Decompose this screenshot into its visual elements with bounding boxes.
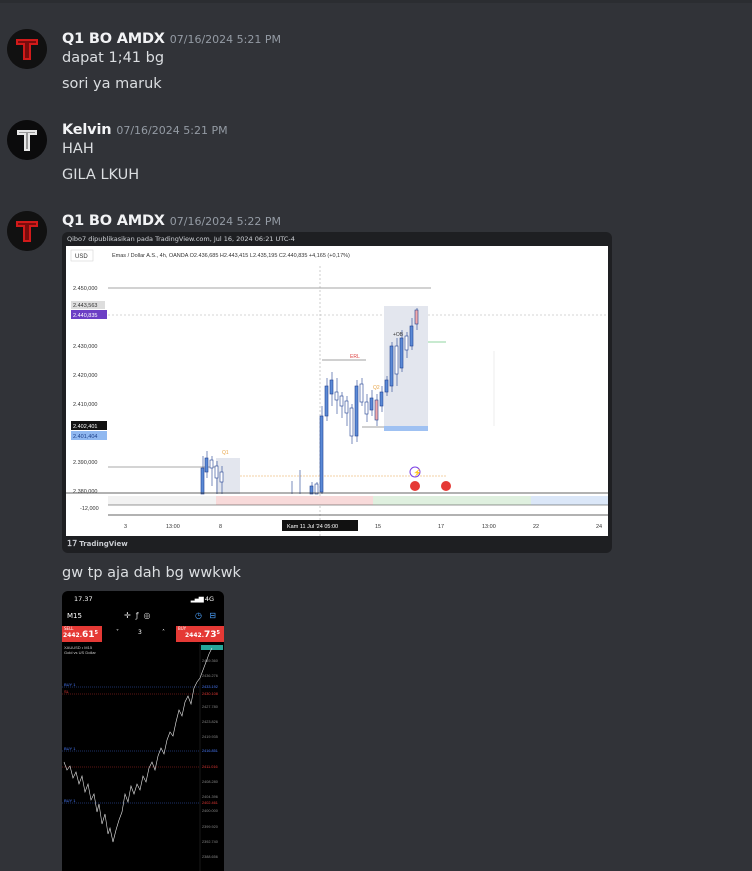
annotation-label: Q2 xyxy=(373,385,380,391)
svg-text:2411.016: 2411.016 xyxy=(202,765,218,769)
price-label: 2.402,401 xyxy=(73,424,97,430)
svg-text:2408.280: 2408.280 xyxy=(202,780,218,784)
username[interactable]: Q1 BO AMDX xyxy=(62,31,165,47)
time-label: 13:00 xyxy=(166,524,180,530)
svg-text:2404.396: 2404.396 xyxy=(202,795,218,799)
phone-toolbar: M15 ✛ƒ◎ ◷ ⊟ xyxy=(67,611,216,620)
svg-text:Gold vs US Dollar: Gold vs US Dollar xyxy=(64,650,96,655)
price-label: 2.450,000 xyxy=(73,286,97,292)
time-label: 24 xyxy=(596,524,602,530)
price-label: -12,000 xyxy=(80,506,99,512)
price-label: 2.401,404 xyxy=(73,434,97,440)
avatar[interactable] xyxy=(7,211,47,251)
buy-button[interactable]: BUY 2442.735 xyxy=(176,626,224,642)
annotation-label: +OB xyxy=(393,332,404,338)
message-group: Kelvin 07/16/2024 5:21 PM HAH GILA LKUH xyxy=(0,118,752,188)
currency-label: USD xyxy=(75,254,88,260)
svg-text:2392.740: 2392.740 xyxy=(202,840,218,844)
time-label: 22 xyxy=(533,524,539,530)
message-text: gw tp aja dah bg wwkwk xyxy=(62,565,241,581)
message-text: GILA LKUH xyxy=(62,167,140,183)
svg-text:2399.920: 2399.920 xyxy=(202,825,218,829)
time-label: 3 xyxy=(124,524,127,530)
message-header: Q1 BO AMDX 07/16/2024 5:21 PM xyxy=(62,28,281,47)
price-label: 2.420,000 xyxy=(73,373,97,379)
symbol-info: Emas / Dollar A.S., 4h, OANDA O2.436,685… xyxy=(112,253,350,259)
username[interactable]: Kelvin xyxy=(62,122,112,138)
svg-text:2419.935: 2419.935 xyxy=(202,735,218,739)
message-header: Q1 BO AMDX 07/16/2024 5:22 PM xyxy=(62,210,281,229)
message-text: sori ya maruk xyxy=(62,76,162,92)
svg-text:2433.192: 2433.192 xyxy=(202,685,218,689)
phone-trade-bar: SELL 2442.615 ˅ 3 ˄ BUY 2442.735 xyxy=(62,626,224,642)
avatar[interactable] xyxy=(7,120,47,160)
price-label: 2.443,563 xyxy=(73,303,97,309)
price-label: 2.410,000 xyxy=(73,402,97,408)
tradingview-logo: 𝟣𝟩 TradingView xyxy=(67,539,128,548)
time-label: 17 xyxy=(438,524,444,530)
svg-text:2423.826: 2423.826 xyxy=(202,720,218,724)
annotation-label: ERL xyxy=(350,354,360,360)
svg-text:BUY 1: BUY 1 xyxy=(64,682,76,687)
tradingview-chart: USD Emas / Dollar A.S., 4h, OANDA O2.436… xyxy=(66,246,608,536)
message-group: Q1 BO AMDX 07/16/2024 5:21 PM dapat 1;41 … xyxy=(0,27,752,97)
message-text: dapat 1;41 bg xyxy=(62,50,165,66)
svg-text:BUY 1: BUY 1 xyxy=(64,746,76,751)
svg-text:2388.656: 2388.656 xyxy=(202,855,218,859)
svg-text:SL: SL xyxy=(64,689,70,694)
phone-price-chart: XAUUSD • M15 Gold vs US Dollar 2439.360 … xyxy=(62,644,224,871)
price-label: 2.440,835 xyxy=(73,313,97,319)
chart-image-attachment[interactable]: Qibo7 dipublikasikan pada TradingView.co… xyxy=(62,232,612,553)
svg-text:⚡: ⚡ xyxy=(413,468,422,477)
svg-text:2416.851: 2416.851 xyxy=(202,749,218,753)
svg-text:2439.360: 2439.360 xyxy=(202,659,218,663)
chart-publisher-text: Qibo7 dipublikasikan pada TradingView.co… xyxy=(67,235,295,243)
message-text: HAH xyxy=(62,141,94,157)
username[interactable]: Q1 BO AMDX xyxy=(62,213,165,229)
top-divider xyxy=(0,0,752,3)
sell-button[interactable]: SELL 2442.615 xyxy=(62,626,102,642)
svg-text:2402.461: 2402.461 xyxy=(202,801,218,805)
message-header: Kelvin 07/16/2024 5:21 PM xyxy=(62,119,228,138)
svg-text:2430.108: 2430.108 xyxy=(202,692,218,696)
crosshair-time: Kam 11 Jul '24 05:00 xyxy=(287,524,338,530)
price-label: 2.380,000 xyxy=(73,489,97,495)
svg-text:2427.780: 2427.780 xyxy=(202,705,218,709)
avatar[interactable] xyxy=(7,29,47,69)
time-label: 8 xyxy=(219,524,222,530)
time-label: 13:00 xyxy=(482,524,496,530)
svg-text:BUY 1: BUY 1 xyxy=(64,798,76,803)
timestamp: 07/16/2024 5:22 PM xyxy=(169,215,281,228)
price-label: 2.430,000 xyxy=(73,344,97,350)
timestamp: 07/16/2024 5:21 PM xyxy=(116,124,228,137)
svg-text:2436.276: 2436.276 xyxy=(202,674,218,678)
time-label: 15 xyxy=(375,524,381,530)
phone-screenshot-attachment[interactable]: 17.37 ▂▄▆ 4G M15 ✛ƒ◎ ◷ ⊟ SELL 2442.615 ˅… xyxy=(62,591,224,871)
price-label: 2.390,000 xyxy=(73,460,97,466)
timestamp: 07/16/2024 5:21 PM xyxy=(169,33,281,46)
annotation-label: Q1 xyxy=(222,450,229,456)
phone-status-bar: 17.37 ▂▄▆ 4G xyxy=(74,595,214,603)
svg-text:2400.000: 2400.000 xyxy=(202,809,218,813)
